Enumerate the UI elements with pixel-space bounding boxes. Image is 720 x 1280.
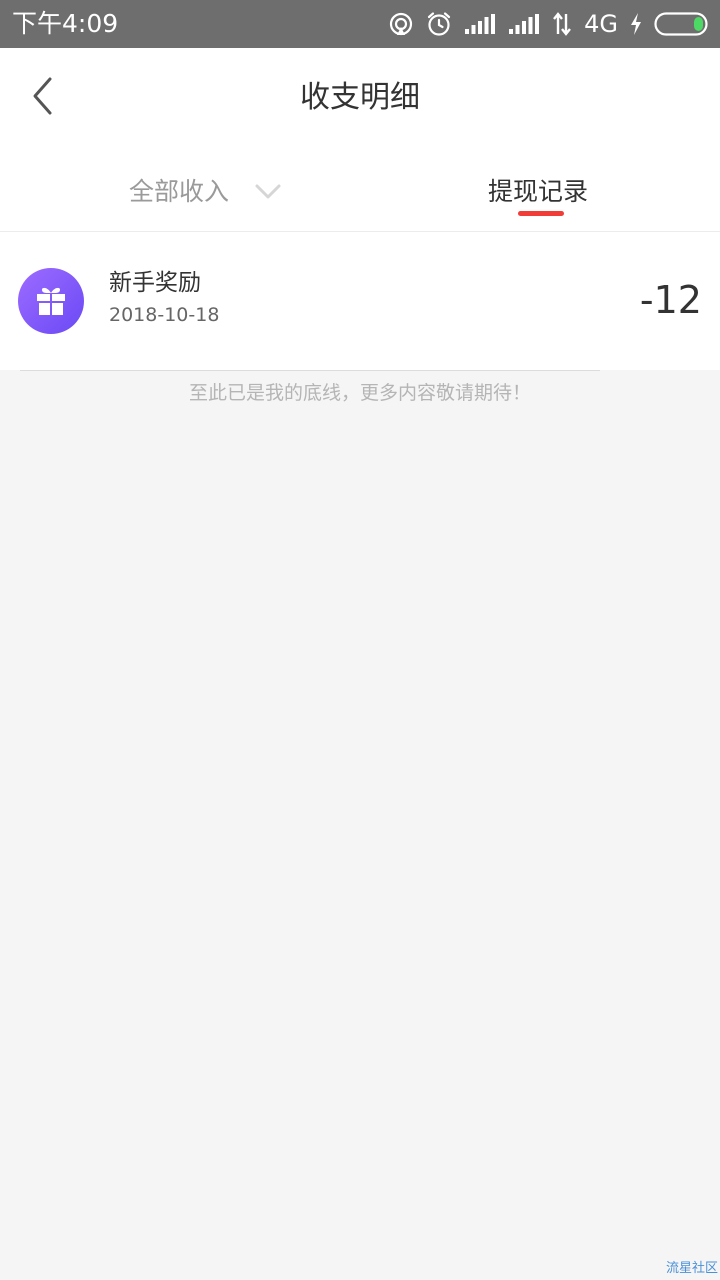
gift-icon — [18, 268, 84, 334]
record-amount: -12 — [639, 278, 702, 322]
divider — [20, 370, 600, 371]
header: 收支明细 — [0, 48, 720, 148]
charging-icon — [630, 13, 642, 35]
status-time: 下午4:09 — [12, 9, 119, 38]
tab-bar: 全部收入 提现记录 — [0, 148, 720, 232]
hotspot-icon — [388, 11, 414, 37]
signal-icon — [508, 13, 540, 35]
end-of-list-note: 至此已是我的底线，更多内容敬请期待！ — [188, 382, 531, 404]
tab-withdraw-records[interactable]: 提现记录 — [488, 172, 594, 222]
active-tab-indicator — [518, 211, 564, 216]
page-title: 收支明细 — [300, 80, 420, 115]
tab-withdraw-records-label: 提现记录 — [488, 177, 589, 206]
data-transfer-icon — [552, 12, 572, 36]
status-bar: 下午4:09 4G — [0, 0, 720, 48]
network-type: 4G — [584, 10, 618, 38]
tab-all-income[interactable]: 全部收入 — [129, 172, 281, 212]
list-item[interactable]: 新手奖励 2018-10-18 -12 — [0, 232, 720, 370]
battery-icon — [654, 12, 708, 36]
status-icons: 4G — [388, 8, 708, 40]
chevron-down-icon — [255, 184, 281, 200]
record-date: 2018-10-18 — [109, 304, 220, 326]
record-title: 新手奖励 — [109, 270, 201, 296]
watermark: 流星社区 — [665, 1261, 718, 1276]
tab-all-income-label: 全部收入 — [129, 177, 230, 206]
alarm-icon — [426, 11, 452, 37]
signal-icon — [464, 13, 496, 35]
